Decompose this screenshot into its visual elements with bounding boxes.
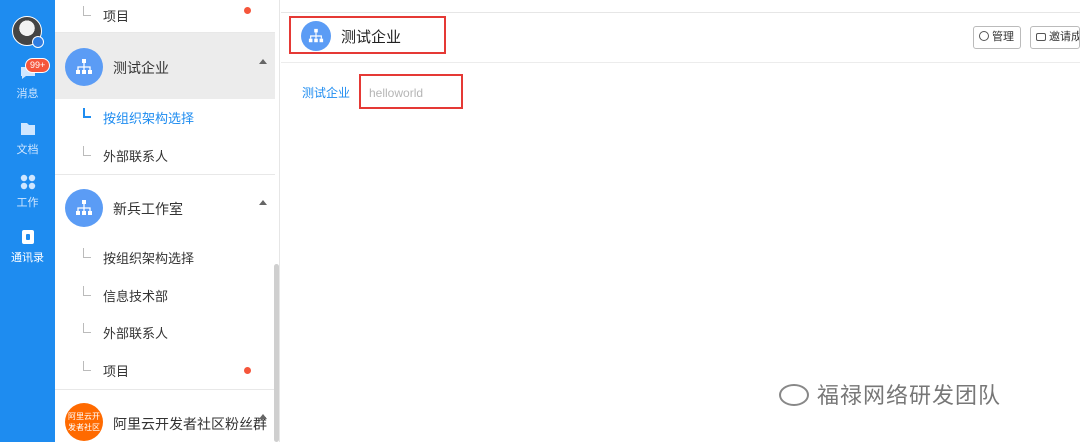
invite-label: 邀请成员 [1049, 31, 1079, 43]
list-item-label: 按组织架构选择 [103, 251, 195, 266]
org-name: 阿里云开发者社区粉丝群 [113, 416, 267, 432]
tree-branch-icon [83, 323, 91, 333]
org-tree-icon [76, 59, 92, 74]
rail-label-docs: 文档 [16, 144, 39, 156]
verified-icon [32, 36, 44, 48]
breadcrumb[interactable]: 测试企业 [302, 84, 350, 101]
list-item-project-partial[interactable]: 项目 [55, 0, 275, 33]
aliyun-logo: 阿里云开发者社区 [65, 403, 103, 441]
watermark: 福禄网络研发团队 [779, 378, 1001, 410]
search-input[interactable]: helloworld [359, 74, 463, 109]
org-header-highlight: 测试企业 [289, 16, 446, 54]
list-item-label: 外部联系人 [103, 326, 169, 341]
list-item-external-contacts[interactable]: 外部联系人 [55, 136, 275, 173]
tree-branch-icon [83, 146, 91, 156]
input-placeholder: helloworld [369, 86, 424, 100]
rail-item-work[interactable]: 工作 [0, 173, 55, 210]
page-title: 测试企业 [341, 29, 402, 46]
unread-dot [244, 367, 251, 374]
list-item-it-department[interactable]: 信息技术部 [55, 276, 275, 313]
top-border [281, 12, 1080, 13]
unread-dot [244, 7, 251, 14]
manage-button[interactable]: 管理 [973, 26, 1021, 49]
org-avatar [301, 21, 331, 51]
org-tree-icon [308, 28, 324, 43]
rail-item-messages[interactable]: 99+ 消息 [0, 58, 55, 101]
scrollbar[interactable] [274, 264, 279, 442]
rail-item-docs[interactable]: 文档 [0, 120, 55, 157]
collapse-caret-icon[interactable] [259, 200, 267, 205]
list-item-label: 项目 [103, 9, 130, 24]
list-item-org-structure[interactable]: 按组织架构选择 [55, 98, 275, 135]
org-tree-icon [76, 200, 92, 215]
org-header-test-company[interactable]: 测试企业 [55, 33, 275, 99]
collapse-caret-icon[interactable] [259, 59, 267, 64]
list-item-label: 项目 [103, 364, 130, 379]
invite-icon [1036, 33, 1046, 41]
org-avatar [65, 189, 103, 227]
list-item-label: 按组织架构选择 [103, 111, 195, 126]
nav-rail: 99+ 消息 文档 工作 通讯录 [0, 0, 55, 442]
collapse-caret-icon[interactable] [259, 414, 267, 419]
watermark-text: 福禄网络研发团队 [817, 383, 1002, 408]
tree-branch-icon [83, 286, 91, 296]
org-list-panel: 项目 测试企业 按组织架构选择 外部联系人 新兵工作室 按组织架构选择 信息技术… [55, 0, 280, 442]
folder-icon [20, 123, 35, 135]
unread-badge: 99+ [25, 58, 51, 73]
org-avatar [65, 48, 103, 86]
list-item-org-structure[interactable]: 按组织架构选择 [55, 238, 275, 275]
apps-grid-icon [20, 174, 35, 190]
invite-button[interactable]: 邀请成员 [1030, 26, 1080, 49]
tree-branch-icon [83, 361, 91, 371]
rail-label-work: 工作 [16, 197, 39, 209]
gear-icon [979, 31, 989, 41]
list-item-project[interactable]: 项目 [55, 351, 275, 388]
org-header-aliyun-fans[interactable]: 阿里云开发者社区 阿里云开发者社区粉丝群 [55, 392, 275, 442]
rail-label-messages: 消息 [16, 88, 39, 100]
wechat-icon [779, 384, 809, 406]
tree-branch-icon [83, 6, 91, 16]
tree-branch-icon [83, 248, 91, 258]
rail-item-contacts[interactable]: 通讯录 [0, 228, 55, 265]
tree-branch-icon [83, 108, 91, 118]
divider [55, 389, 275, 390]
list-item-label: 外部联系人 [103, 149, 169, 164]
list-item-external-contacts[interactable]: 外部联系人 [55, 313, 275, 350]
contacts-book-icon [21, 230, 34, 244]
app-window: 99+ 消息 文档 工作 通讯录 项目 测试企业 按组织架构选择 外部联系人 新… [0, 0, 1080, 442]
org-name: 新兵工作室 [113, 201, 183, 217]
user-avatar[interactable] [12, 16, 44, 48]
rail-label-contacts: 通讯录 [11, 252, 44, 264]
list-item-label: 信息技术部 [103, 289, 169, 304]
org-header-recruit-studio[interactable]: 新兵工作室 [55, 174, 275, 240]
main-content: 测试企业 管理 邀请成员 测试企业 helloworld 福禄网络研发团队 [281, 0, 1080, 442]
header-divider [281, 62, 1080, 63]
manage-label: 管理 [992, 31, 1014, 43]
org-name: 测试企业 [113, 60, 169, 76]
